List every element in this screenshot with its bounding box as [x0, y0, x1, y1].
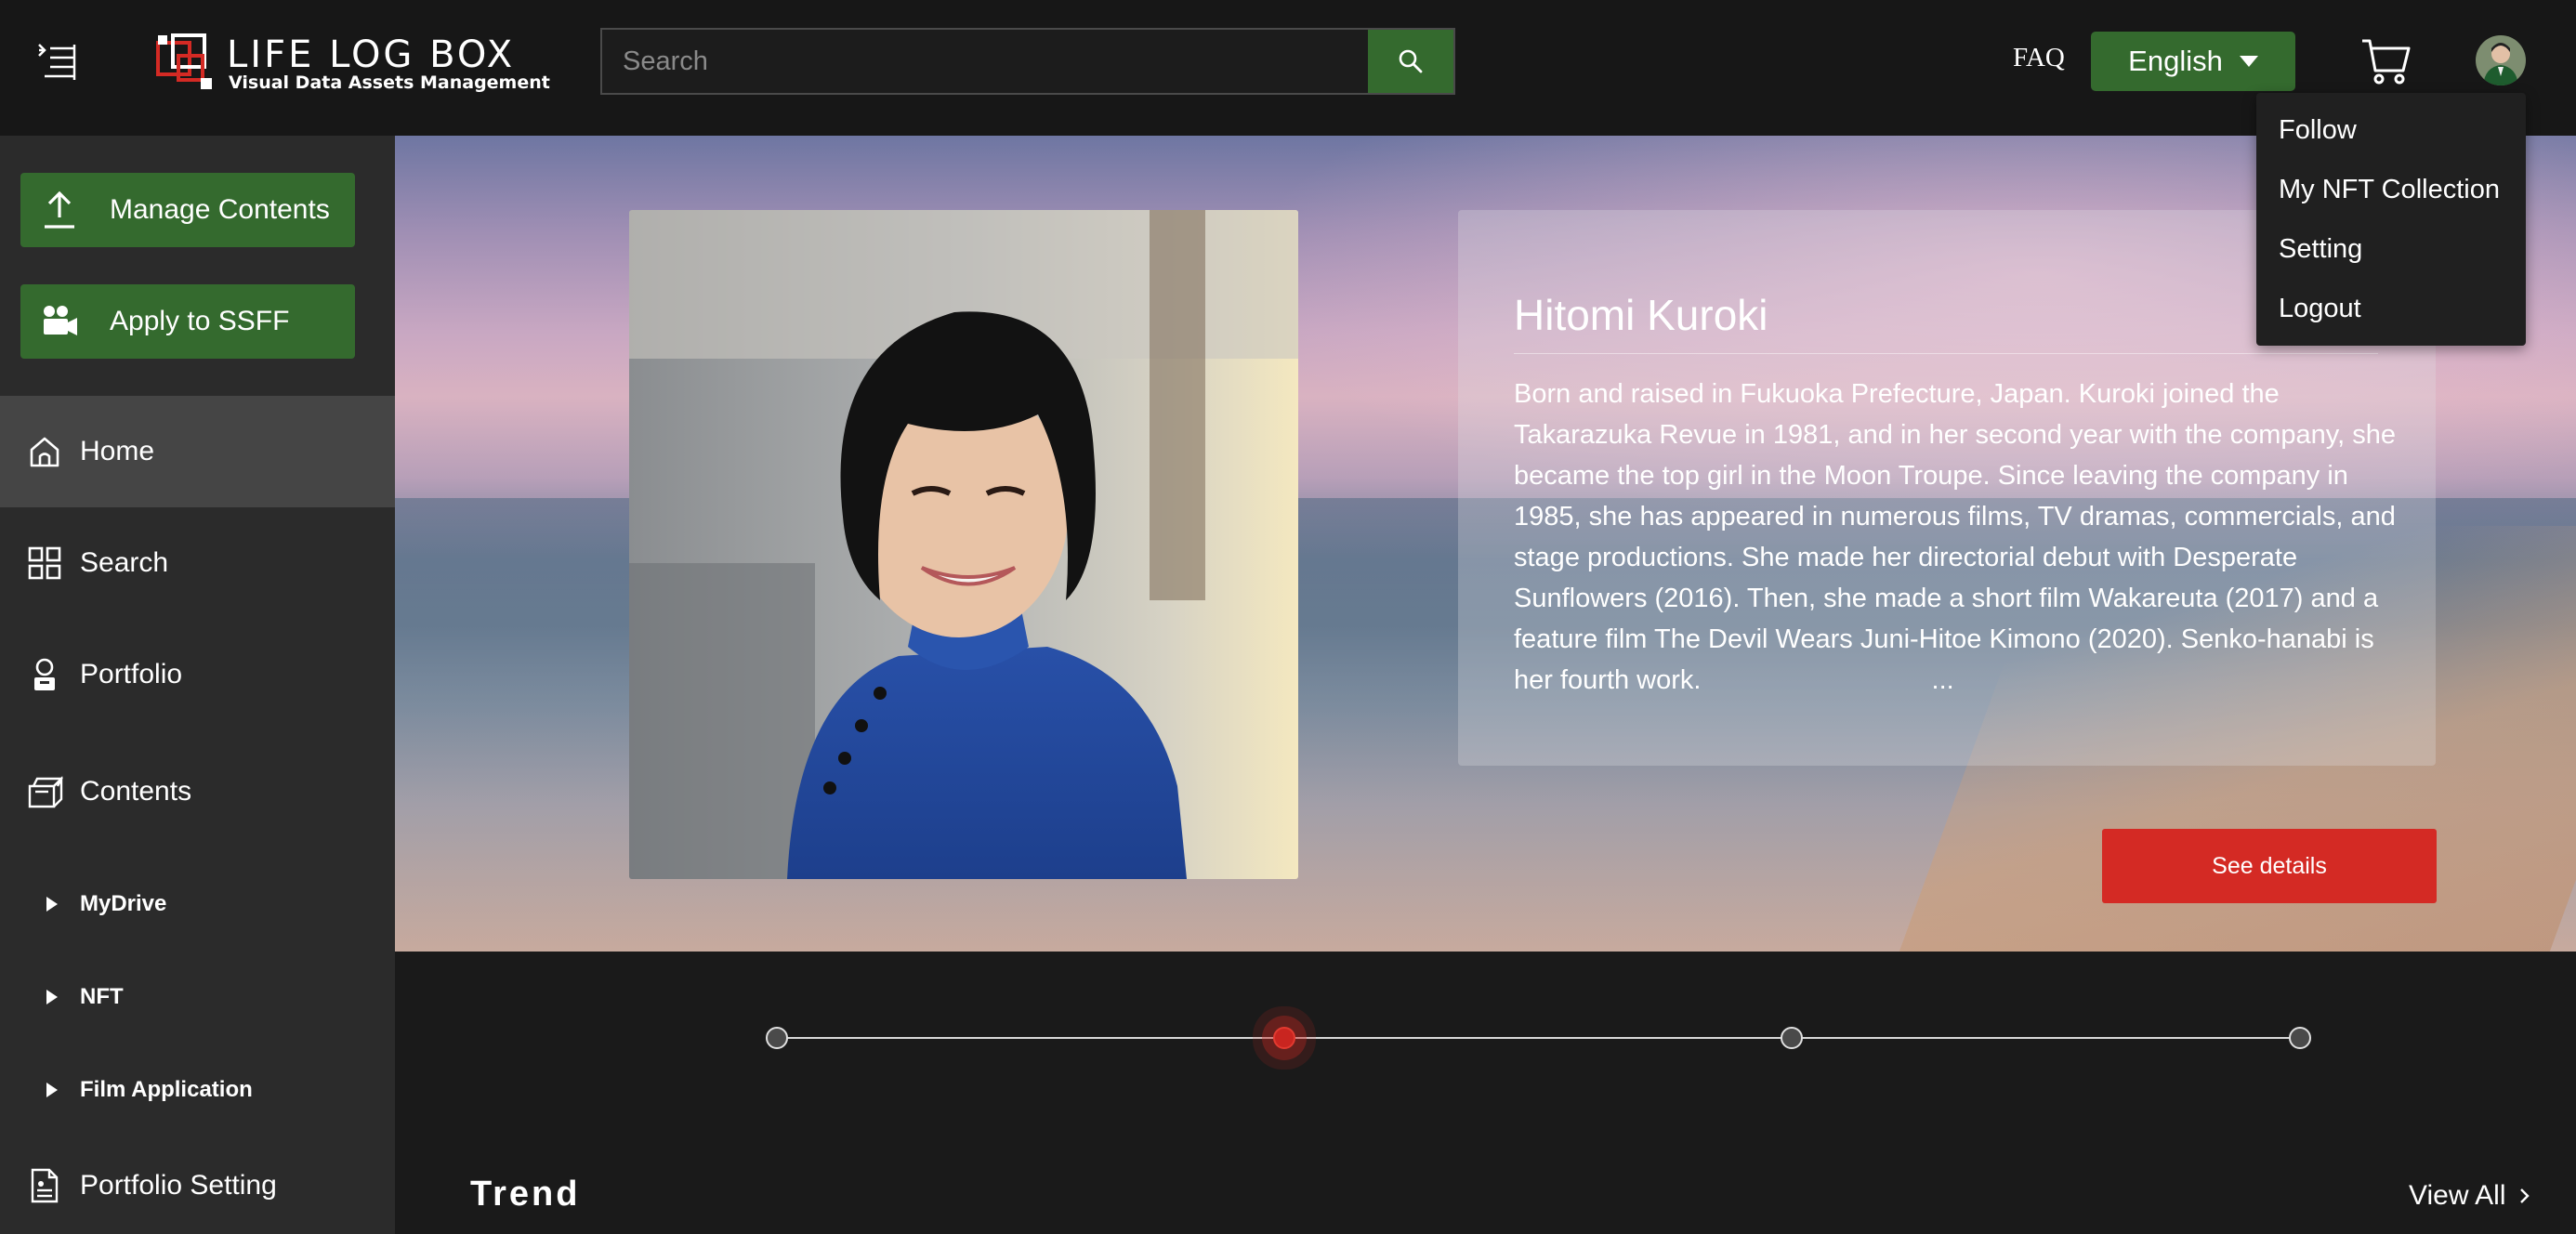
bio-ellipsis: ...	[1931, 665, 1954, 695]
document-icon	[26, 1167, 63, 1204]
bio-text: Born and raised in Fukuoka Prefecture, J…	[1514, 374, 2397, 701]
search-bar	[600, 28, 1455, 95]
sidebar: Manage Contents Apply to SSFF Home Searc…	[0, 136, 395, 1234]
profile-photo	[629, 210, 1298, 879]
search-icon	[1399, 49, 1423, 73]
sidebar-item-search[interactable]: Search	[0, 507, 395, 619]
caret-right-icon	[46, 897, 58, 912]
see-details-button[interactable]: See details	[2102, 829, 2437, 903]
menu-toggle-icon[interactable]	[35, 39, 82, 85]
logo-subtitle: Visual Data Assets Management	[229, 72, 550, 93]
caret-right-icon	[46, 990, 58, 1004]
sidebar-item-label: Home	[80, 436, 155, 466]
sidebar-sub-item-label: Film Application	[80, 1077, 253, 1102]
logo-title: LIFE LOG BOX	[227, 33, 516, 76]
menu-item-my-nft-collection[interactable]: My NFT Collection	[2279, 175, 2500, 205]
search-input[interactable]	[602, 30, 1370, 93]
sidebar-item-label: Portfolio Setting	[80, 1170, 277, 1201]
carousel-dot[interactable]	[1781, 1027, 1803, 1049]
carousel-track	[766, 1027, 2311, 1049]
upload-icon	[41, 190, 87, 230]
contents-icon	[26, 773, 63, 810]
caret-down-icon	[2239, 56, 2258, 67]
sidebar-sub-item-nft[interactable]: NFT	[0, 965, 395, 1030]
view-all-label: View All	[2409, 1180, 2506, 1211]
home-icon	[26, 434, 63, 469]
divider	[1514, 353, 2378, 354]
hero-banner: Hitomi Kuroki Born and raised in Fukuoka…	[395, 136, 2576, 952]
bio-paragraph: Born and raised in Fukuoka Prefecture, J…	[1514, 379, 2396, 695]
sidebar-item-contents[interactable]: Contents	[0, 736, 395, 847]
menu-item-setting[interactable]: Setting	[2279, 234, 2362, 265]
avatar[interactable]	[2476, 35, 2526, 85]
user-menu-dropdown: Follow My NFT Collection Setting Logout	[2256, 93, 2526, 346]
faq-link[interactable]: FAQ	[2013, 43, 2065, 73]
sidebar-item-label: Search	[80, 547, 169, 578]
cart-icon[interactable]	[2360, 35, 2412, 87]
apply-ssff-button[interactable]: Apply to SSFF	[20, 284, 355, 359]
sidebar-sub-item-mydrive[interactable]: MyDrive	[0, 872, 395, 937]
section-title-trend: Trend	[470, 1175, 581, 1214]
apply-ssff-label: Apply to SSFF	[110, 306, 290, 336]
manage-contents-label: Manage Contents	[110, 194, 330, 225]
app-logo[interactable]: LIFE LOG BOX Visual Data Assets Manageme…	[156, 33, 550, 95]
search-button[interactable]	[1368, 30, 1453, 93]
sidebar-item-home[interactable]: Home	[0, 396, 395, 507]
portfolio-icon	[26, 656, 63, 693]
sidebar-sub-item-label: NFT	[80, 984, 124, 1009]
grid-icon	[26, 545, 63, 581]
sidebar-item-label: Contents	[80, 776, 192, 807]
carousel-dot[interactable]	[2289, 1027, 2311, 1049]
sidebar-item-label: Portfolio	[80, 659, 183, 689]
sidebar-item-portfolio-setting[interactable]: Portfolio Setting	[0, 1139, 395, 1232]
chevron-right-icon	[2519, 1188, 2530, 1203]
view-all-link[interactable]: View All	[2409, 1180, 2534, 1212]
person-name: Hitomi Kuroki	[1514, 291, 1768, 339]
sidebar-sub-item-film-application[interactable]: Film Application	[0, 1057, 395, 1122]
logo-mark-icon	[156, 33, 212, 89]
menu-item-follow[interactable]: Follow	[2279, 115, 2357, 146]
sidebar-item-portfolio[interactable]: Portfolio	[0, 619, 395, 730]
video-camera-icon	[41, 304, 87, 339]
sidebar-sub-item-label: MyDrive	[80, 891, 167, 916]
language-selector[interactable]: English	[2091, 32, 2295, 91]
menu-item-logout[interactable]: Logout	[2279, 294, 2361, 324]
caret-right-icon	[46, 1083, 58, 1097]
language-label: English	[2128, 45, 2223, 77]
manage-contents-button[interactable]: Manage Contents	[20, 173, 355, 247]
carousel-dot-active[interactable]	[1273, 1027, 1295, 1049]
top-header: LIFE LOG BOX Visual Data Assets Manageme…	[0, 0, 2576, 136]
carousel-dot[interactable]	[766, 1027, 788, 1049]
